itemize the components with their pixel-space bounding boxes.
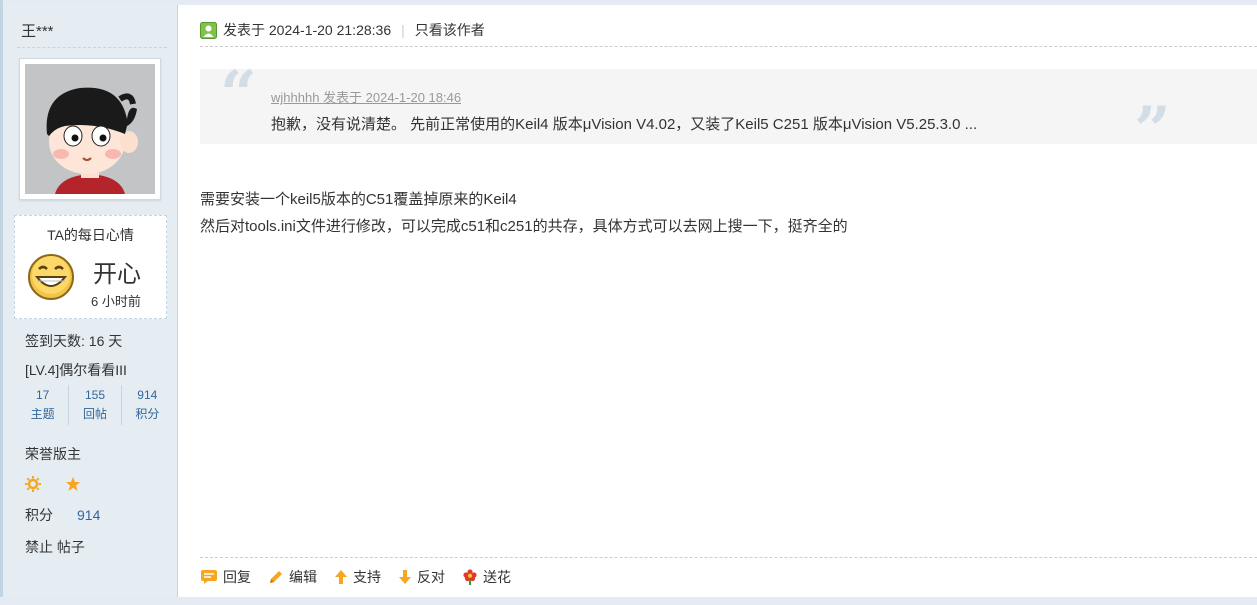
post-header: 发表于 2024-1-20 21:28:36 | 只看该作者 <box>200 20 485 40</box>
avatar-image <box>25 64 155 194</box>
header-divider-line <box>200 46 1257 47</box>
stat-replies-label[interactable]: 回帖 <box>69 405 120 422</box>
reply-button[interactable]: 回复 <box>200 567 251 587</box>
stat-credits-value[interactable]: 914 <box>122 388 173 402</box>
send-flower-button[interactable]: 送花 <box>462 567 511 587</box>
arrow-up-icon <box>335 570 347 584</box>
pencil-icon <box>270 571 282 583</box>
user-level[interactable]: [LV.4]偶尔看看III <box>25 360 127 380</box>
stat-threads-label[interactable]: 主题 <box>17 405 68 422</box>
bottom-border <box>0 597 1257 605</box>
mood-title: TA的每日心情 <box>47 227 134 243</box>
user-rank[interactable]: 荣誉版主 <box>25 444 81 464</box>
edit-button[interactable]: 编辑 <box>268 567 317 587</box>
stat-replies[interactable]: 155 回帖 <box>69 385 122 425</box>
post-line-1: 需要安装一个keil5版本的C51覆盖掉原来的Keil4 <box>200 191 517 208</box>
credits-row: 积分 914 <box>25 505 100 525</box>
author-name[interactable]: 王*** <box>21 20 54 41</box>
sidebar-divider <box>17 47 167 48</box>
oppose-button[interactable]: 反对 <box>398 567 445 587</box>
stat-threads-value[interactable]: 17 <box>17 388 68 402</box>
avatar[interactable] <box>19 58 161 200</box>
header-divider: | <box>401 22 405 38</box>
post-content: 需要安装一个keil5版本的C51覆盖掉原来的Keil4 然后对tools.in… <box>200 186 848 240</box>
signin-days: 签到天数: 16 天 <box>25 333 123 349</box>
post-time: 发表于 2024-1-20 21:28:36 <box>223 22 392 38</box>
stat-credits[interactable]: 914 积分 <box>122 385 173 425</box>
post-actions: 回复 编辑 支持 反对 送花 <box>200 567 511 587</box>
reply-label[interactable]: 回复 <box>223 567 251 587</box>
stat-threads[interactable]: 17 主题 <box>17 385 70 425</box>
mood-text: 开心 <box>93 261 141 288</box>
oppose-label[interactable]: 反对 <box>417 567 445 587</box>
mood-time: 6 小时前 <box>91 294 141 309</box>
user-stats: 17 主题 155 回帖 914 积分 <box>17 385 173 425</box>
arrow-down-icon <box>399 570 411 584</box>
author-sidebar: 王*** TA的每日心情 开心 6 小时前 签到天数: 16 天 [LV.4]偶… <box>3 5 178 597</box>
flower-icon <box>463 569 477 585</box>
edit-label[interactable]: 编辑 <box>289 567 317 587</box>
quote-block: “ wjhhhhh 发表于 2024-1-20 18:46 抱歉，没有说清楚。 … <box>200 63 1257 163</box>
support-button[interactable]: 支持 <box>334 567 381 587</box>
user-online-icon <box>200 21 217 39</box>
quote-text: 抱歉，没有说清楚。 先前正常使用的Keil4 版本μVision V4.02，又… <box>271 116 978 133</box>
ban-status: 禁止 帖子 <box>25 539 85 555</box>
credits-label: 积分 <box>25 507 53 523</box>
only-author-link[interactable]: 只看该作者 <box>415 20 485 40</box>
stat-replies-value[interactable]: 155 <box>69 388 120 402</box>
daily-mood-box: TA的每日心情 开心 6 小时前 <box>14 215 167 319</box>
credits-value: 914 <box>77 507 101 523</box>
sun-icon <box>25 476 41 492</box>
happy-face-icon <box>27 253 75 306</box>
support-label[interactable]: 支持 <box>353 567 381 587</box>
top-border <box>0 0 1257 5</box>
quote-close-icon: ” <box>1134 93 1171 168</box>
quote-open-icon: “ <box>220 57 257 132</box>
reply-icon <box>201 570 217 584</box>
quote-meta-link[interactable]: wjhhhhh 发表于 2024-1-20 18:46 <box>271 87 461 106</box>
star-icon <box>66 477 80 491</box>
post-line-2: 然后对tools.ini文件进行修改，可以完成c51和c251的共存，具体方式可… <box>200 218 848 235</box>
send-flower-label[interactable]: 送花 <box>483 567 511 587</box>
moon-icon <box>50 477 57 491</box>
rank-icons <box>25 476 81 492</box>
footer-divider-line <box>200 557 1257 558</box>
stat-credits-label[interactable]: 积分 <box>122 405 173 422</box>
